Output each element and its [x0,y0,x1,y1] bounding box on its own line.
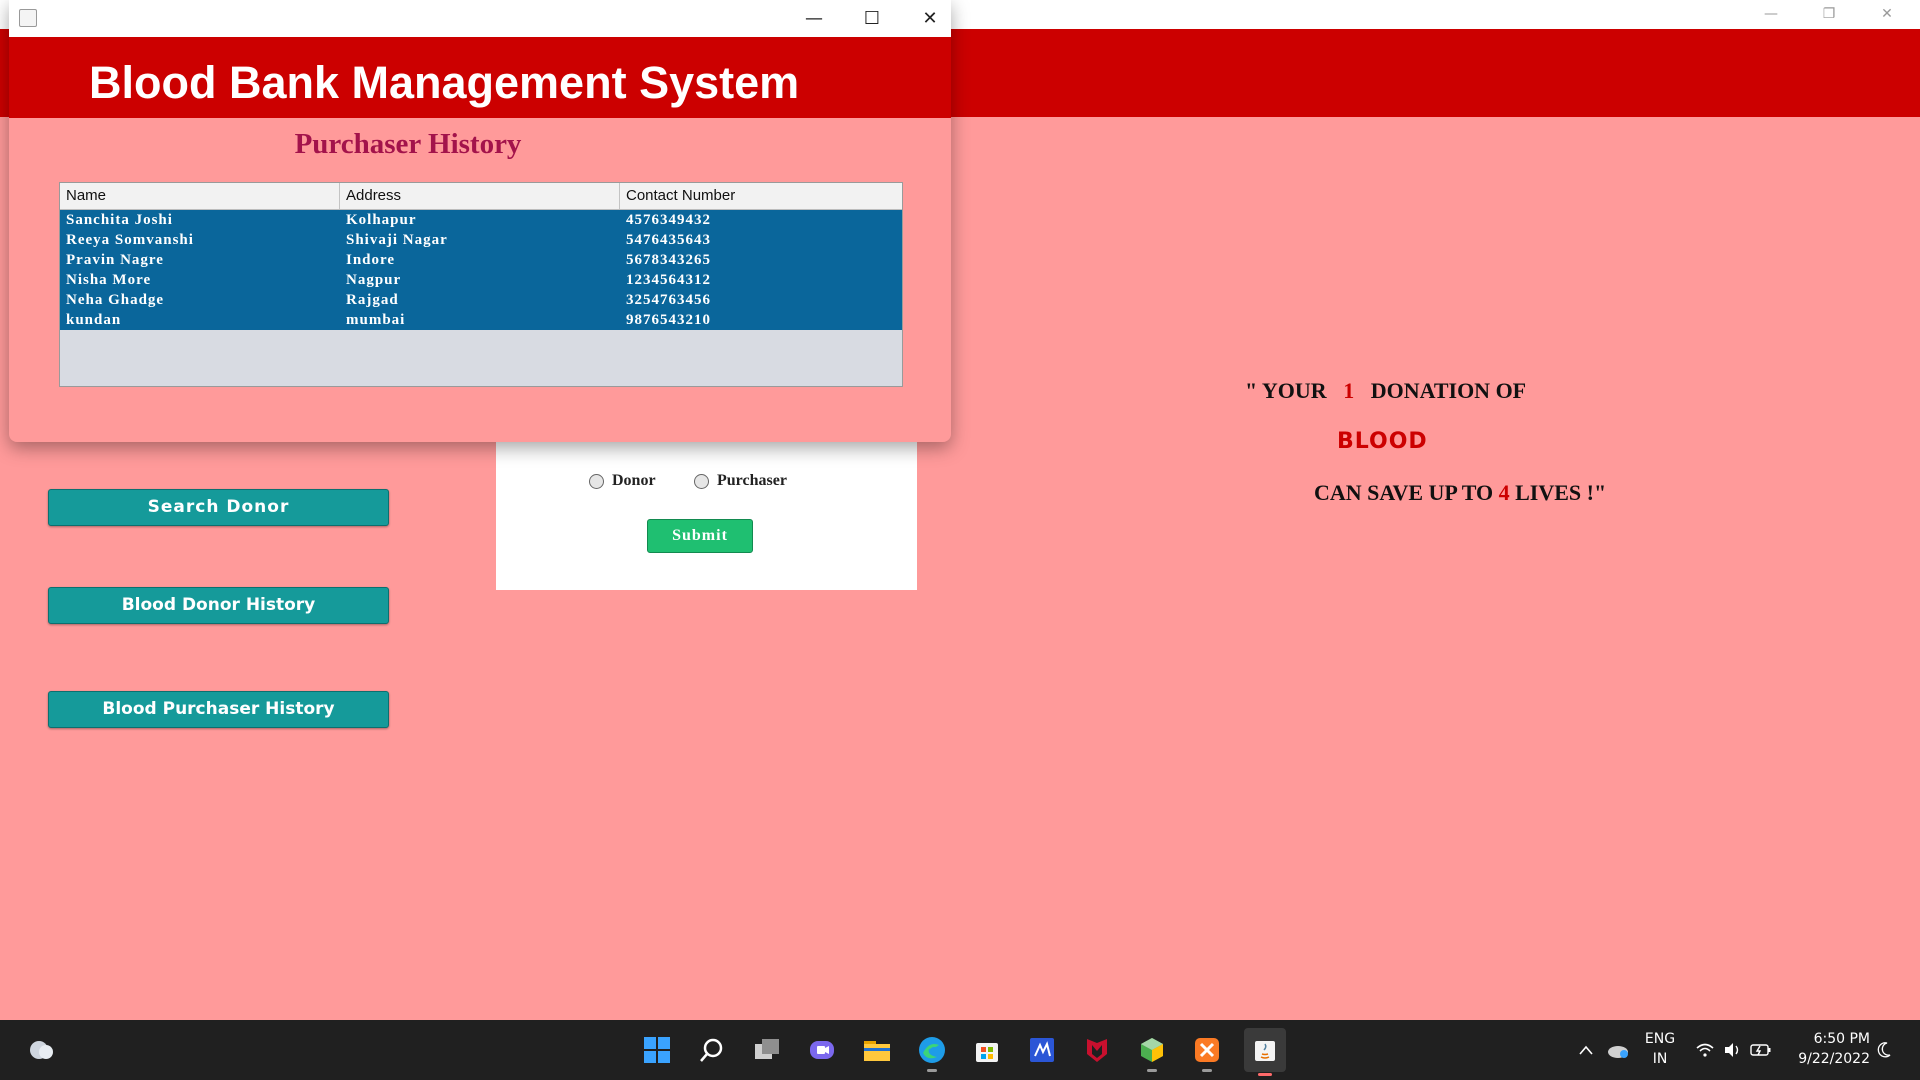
clock[interactable]: 6:50 PM 9/22/2022 [1780,1029,1870,1069]
task-view-icon[interactable] [749,1032,785,1068]
table-cell: Sanchita Joshi [66,212,173,228]
table-row[interactable]: Nisha More Nagpur 1234564312 [60,270,902,290]
table-cell: kundan [66,312,122,328]
table-cell: Reeya Somvanshi [66,232,194,248]
table-cell: 4576349432 [626,212,711,228]
wifi-icon[interactable] [1693,1032,1717,1068]
table-cell: Rajgad [346,292,399,308]
donor-radio[interactable]: Donor [589,472,656,490]
blood-donor-history-button[interactable]: Blood Donor History [48,587,389,624]
region-label: IN [1652,1051,1668,1067]
search-donor-button[interactable]: Search Donor [48,489,389,526]
running-indicator [1202,1069,1212,1072]
table-cell: 3254763456 [626,292,711,308]
table-row[interactable]: Reeya Somvanshi Shivaji Nagar 5476435643 [60,230,902,250]
main-close-icon[interactable]: ✕ [1858,0,1916,29]
minimize-icon[interactable]: — [785,0,843,37]
clock-date: 9/22/2022 [1798,1051,1870,1067]
weather-icon[interactable] [24,1032,60,1068]
table-header: Name Address Contact Number [60,183,902,210]
visual-studio-icon[interactable] [1024,1032,1060,1068]
close-icon[interactable]: ✕ [901,0,951,37]
main-minimize-icon[interactable]: — [1742,0,1800,29]
edge-icon[interactable] [914,1032,950,1072]
table-cell: Shivaji Nagar [346,232,448,248]
column-header[interactable]: Name [60,183,340,209]
start-icon[interactable] [639,1032,675,1068]
clock-time: 6:50 PM [1813,1031,1870,1047]
purchaser-history-dialog: — ☐ ✕ Blood Bank Management System Purch… [9,0,951,442]
language-label: ENG [1644,1031,1676,1047]
table-cell: Neha Ghadge [66,292,165,308]
table-cell: Nagpur [346,272,402,288]
java-app-icon [19,9,37,27]
maximize-icon[interactable]: ☐ [843,0,901,37]
mcafee-icon[interactable] [1079,1032,1115,1068]
main-restore-icon[interactable]: ❐ [1800,0,1858,29]
submit-button[interactable]: Submit [647,519,753,553]
app-title: Blood Bank Management System [89,57,800,108]
active-indicator [1258,1073,1272,1076]
table-row[interactable]: Sanchita Joshi Kolhapur 4576349432 [60,210,902,230]
purchaser-radio[interactable]: Purchaser [694,472,787,490]
table-body: Sanchita Joshi Kolhapur 4576349432 Reeya… [60,210,902,330]
quote-line-3: CAN SAVE UP TO 4 LIVES !" [1314,480,1606,506]
dialog-titlebar: — ☐ ✕ [9,0,951,38]
quote-line-1: " YOUR 1 DONATION OF [1245,378,1526,404]
table-row[interactable]: kundan mumbai 9876543210 [60,310,902,330]
search-panel [496,440,917,590]
java-icon[interactable] [1244,1028,1286,1076]
quote-text: DONATION OF [1354,378,1527,403]
running-indicator [1147,1069,1157,1072]
battery-icon[interactable] [1749,1032,1773,1068]
quote-number: 1 [1343,378,1355,403]
table-row[interactable]: Pravin Nagre Indore 5678343265 [60,250,902,270]
table-cell: 9876543210 [626,312,711,328]
store-icon[interactable] [969,1032,1005,1068]
table-cell: Pravin Nagre [66,252,164,268]
search-icon[interactable] [694,1032,730,1068]
volume-icon[interactable] [1721,1032,1745,1068]
quote-line-2: BLOOD [1337,429,1428,454]
quote-number: 4 [1498,480,1510,505]
table-cell: Kolhapur [346,212,417,228]
table-cell: 5476435643 [626,232,711,248]
purchaser-table[interactable]: Name Address Contact Number Sanchita Jos… [59,182,903,387]
purchaser-radio-label: Purchaser [717,472,787,489]
chat-icon[interactable] [804,1032,840,1068]
table-cell: mumbai [346,312,406,328]
quote-text: LIVES !" [1509,480,1607,505]
file-explorer-icon[interactable] [859,1032,895,1068]
radio-circle-icon[interactable] [694,473,709,489]
cube-app-icon[interactable] [1134,1032,1170,1072]
focus-moon-icon[interactable] [1872,1032,1896,1068]
table-row[interactable]: Neha Ghadge Rajgad 3254763456 [60,290,902,310]
table-cell: 1234564312 [626,272,711,288]
column-header[interactable]: Address [340,183,620,209]
quote-text: " YOUR [1245,378,1344,403]
table-cell: Indore [346,252,396,268]
page-title: Purchaser History [294,128,522,160]
onedrive-icon[interactable] [1604,1032,1632,1068]
blood-purchaser-history-button[interactable]: Blood Purchaser History [48,691,389,728]
language-indicator[interactable]: ENG IN [1640,1029,1680,1069]
chevron-up-icon[interactable] [1574,1032,1598,1068]
xampp-icon[interactable] [1189,1032,1225,1072]
column-header[interactable]: Contact Number [620,183,902,209]
table-cell: 5678343265 [626,252,711,268]
quote-text: CAN SAVE UP TO [1314,480,1499,505]
taskbar [0,1020,1920,1080]
table-cell: Nisha More [66,272,152,288]
running-indicator [927,1069,937,1072]
radio-circle-icon[interactable] [589,473,604,489]
donor-radio-label: Donor [612,472,656,489]
